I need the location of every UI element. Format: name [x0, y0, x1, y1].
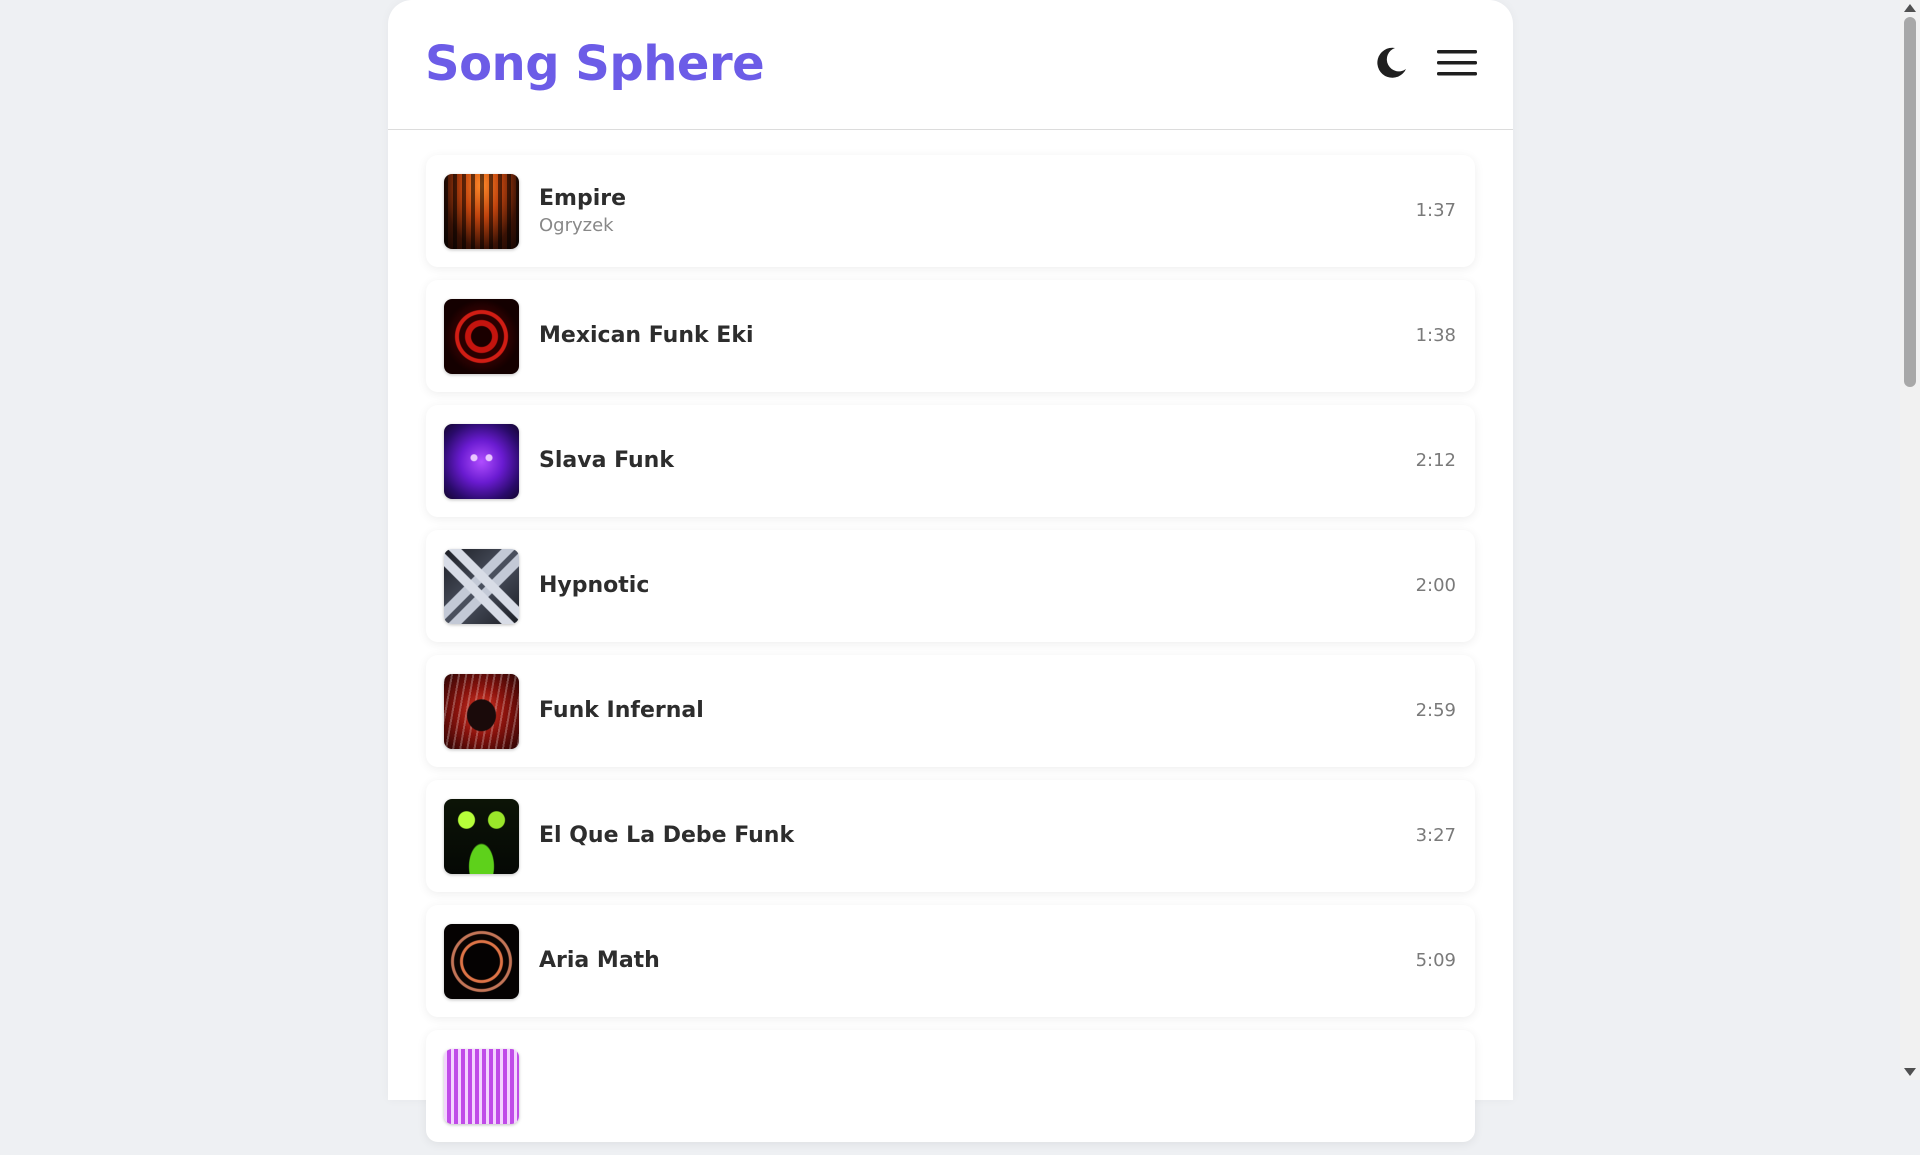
track-info: Slava Funk: [539, 405, 674, 517]
track-duration: 2:12: [1415, 450, 1456, 471]
track-duration: 1:37: [1415, 200, 1456, 221]
page-scrollbar[interactable]: [1900, 0, 1920, 1080]
track-item[interactable]: [426, 1030, 1475, 1142]
album-art: [444, 1049, 519, 1124]
track-duration: 5:09: [1415, 950, 1456, 971]
album-art: [444, 174, 519, 249]
track-title: Empire: [539, 186, 627, 211]
track-title: El Que La Debe Funk: [539, 823, 795, 848]
album-art: [444, 799, 519, 874]
track-item[interactable]: Aria Math 5:09: [426, 905, 1475, 1017]
track-item[interactable]: Funk Infernal 2:59: [426, 655, 1475, 767]
track-title: Funk Infernal: [539, 698, 704, 723]
app-title: Song Sphere: [425, 36, 765, 92]
track-info: Funk Infernal: [539, 655, 704, 767]
app-container: Song Sphere Empire Ogryzek 1:37 Mexican …: [388, 0, 1513, 1142]
header-actions: [1371, 43, 1477, 83]
track-item[interactable]: Mexican Funk Eki 1:38: [426, 280, 1475, 392]
page: Song Sphere Empire Ogryzek 1:37 Mexican …: [0, 0, 1900, 1142]
scroll-up-arrow-icon[interactable]: [1904, 4, 1916, 12]
track-duration: 2:00: [1415, 575, 1456, 596]
track-item[interactable]: Slava Funk 2:12: [426, 405, 1475, 517]
scroll-down-arrow-icon[interactable]: [1904, 1068, 1916, 1076]
track-title: Slava Funk: [539, 448, 674, 473]
hamburger-menu-icon: [1437, 50, 1477, 76]
track-title: Aria Math: [539, 948, 660, 973]
track-title: Hypnotic: [539, 573, 650, 598]
track-artist: Ogryzek: [539, 215, 614, 236]
track-title: Mexican Funk Eki: [539, 323, 754, 348]
track-info: El Que La Debe Funk: [539, 780, 794, 892]
scroll-thumb[interactable]: [1904, 17, 1916, 387]
album-art: [444, 549, 519, 624]
menu-button[interactable]: [1437, 43, 1477, 83]
app-header: Song Sphere: [388, 0, 1513, 130]
album-art: [444, 424, 519, 499]
track-info: Empire Ogryzek: [539, 155, 626, 267]
album-art: [444, 674, 519, 749]
track-info: Mexican Funk Eki: [539, 280, 754, 392]
track-item[interactable]: Empire Ogryzek 1:37: [426, 155, 1475, 267]
moon-icon: [1377, 47, 1406, 78]
track-info: Hypnotic: [539, 530, 649, 642]
theme-toggle-button[interactable]: [1371, 43, 1411, 83]
track-duration: 3:27: [1415, 825, 1456, 846]
track-duration: 2:59: [1415, 700, 1456, 721]
album-art: [444, 299, 519, 374]
track-list: Empire Ogryzek 1:37 Mexican Funk Eki 1:3…: [426, 155, 1475, 1155]
track-info: Aria Math: [539, 905, 660, 1017]
track-item[interactable]: El Que La Debe Funk 3:27: [426, 780, 1475, 892]
track-duration: 1:38: [1415, 325, 1456, 346]
album-art: [444, 924, 519, 999]
track-item[interactable]: Hypnotic 2:00: [426, 530, 1475, 642]
